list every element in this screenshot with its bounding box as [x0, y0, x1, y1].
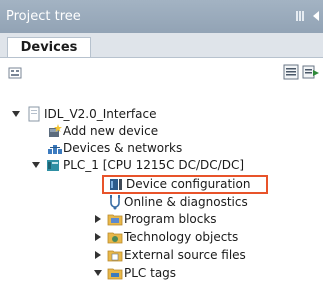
tree-item-label: PLC_1 [CPU 1215C DC/DC/DC] — [63, 158, 245, 172]
folder-icon — [107, 268, 123, 280]
toolbar — [0, 57, 323, 89]
collapsed-arrow-icon[interactable] — [94, 251, 102, 259]
expanded-arrow-icon[interactable] — [32, 161, 40, 169]
show-hide-icon[interactable] — [302, 64, 320, 80]
pin-icon[interactable] — [295, 10, 306, 22]
tree-item-label: PLC tags — [124, 266, 177, 280]
plc-icon — [47, 160, 59, 171]
tree-item-devices-networks[interactable]: Devices & networks — [0, 139, 323, 157]
overview-icon[interactable] — [283, 64, 299, 80]
tree-item-label: IDL_V2.0_Interface — [44, 107, 157, 121]
tree-item-label: Add new device — [63, 124, 159, 138]
tree-item-label: Devices & networks — [63, 141, 183, 155]
panel-title: Project tree — [6, 9, 81, 24]
folder-icon — [107, 250, 123, 262]
tree-item-label: Program blocks — [124, 212, 217, 226]
expanded-arrow-icon[interactable] — [12, 110, 20, 118]
tree-item-plc-tags[interactable]: PLC tags — [0, 264, 323, 282]
highlight-box — [102, 175, 268, 194]
tree-item-online-diagnostics[interactable]: Online & diagnostics — [0, 193, 323, 211]
folder-icon — [107, 214, 123, 226]
network-view-icon[interactable] — [8, 66, 22, 80]
tree-item-label: External source files — [124, 248, 246, 262]
collapse-icon[interactable] — [312, 10, 320, 22]
tree-item-external-source-files[interactable]: External source files — [0, 246, 323, 264]
tree-item-label: Online & diagnostics — [124, 195, 248, 209]
tab-devices[interactable]: Devices — [7, 37, 91, 58]
tree-item-program-blocks[interactable]: Program blocks — [0, 210, 323, 228]
network-icon — [48, 145, 62, 154]
folder-icon — [107, 232, 123, 244]
tree-item-add-device[interactable]: Add new device — [0, 122, 323, 140]
tree-item-plc[interactable]: PLC_1 [CPU 1215C DC/DC/DC] — [0, 156, 323, 174]
project-icon — [28, 106, 40, 122]
expanded-arrow-icon[interactable] — [94, 269, 102, 277]
diagnostics-icon — [110, 195, 120, 210]
tree-item-technology-objects[interactable]: Technology objects — [0, 228, 323, 246]
panel-title-bar: Project tree — [0, 0, 323, 33]
add-device-icon — [49, 124, 62, 137]
collapsed-arrow-icon[interactable] — [94, 233, 102, 241]
tree-item-project[interactable]: IDL_V2.0_Interface — [0, 105, 323, 123]
collapsed-arrow-icon[interactable] — [94, 215, 102, 223]
tree-item-label: Technology objects — [124, 230, 239, 244]
